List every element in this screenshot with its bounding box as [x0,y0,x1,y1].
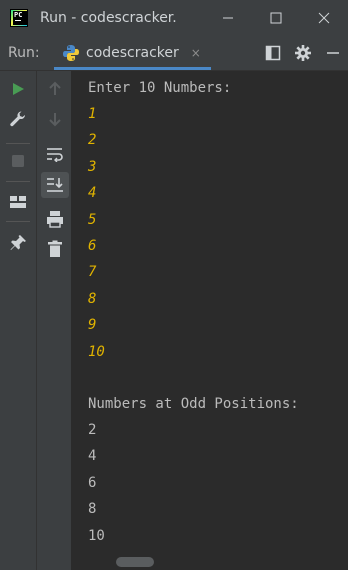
console-output-line: 2 [88,422,97,438]
close-icon [318,12,330,24]
console-input-line: 2 [88,132,97,149]
horizontal-scrollbar[interactable] [116,557,154,567]
window-title: Run - codescracker. [40,10,177,26]
console-actions-bar [37,71,71,570]
console-input-line: 1 [88,106,97,122]
minimize-button[interactable] [204,0,252,36]
settings-button[interactable] [288,36,318,70]
tab-label: codescracker [86,45,179,61]
scroll-to-end-icon [47,178,63,192]
tab-codescracker[interactable]: codescracker × [54,36,211,70]
logo-text: PC [14,11,23,19]
pycharm-logo-icon: PC [10,9,28,27]
console-result-header: Numbers at Odd Positions: [88,396,299,412]
console-output-line: 6 [88,474,97,491]
stop-icon [12,155,24,167]
restore-layout-button[interactable] [8,192,28,212]
edit-config-button[interactable] [8,109,28,129]
maximize-icon [270,12,282,24]
layout-button[interactable] [258,36,288,70]
console-input-line: 7 [88,264,97,281]
maximize-button[interactable] [252,0,300,36]
pin-tab-button[interactable] [8,233,28,253]
title-bar: PC Run - codescracker. [0,0,348,36]
console-output-line: 4 [88,448,97,465]
tab-close-icon[interactable]: × [191,46,201,60]
hide-button[interactable] [318,36,348,70]
console-input-line: 6 [88,238,97,254]
console-output-line: 8 [88,501,97,518]
console-output[interactable]: Enter 10 Numbers: 1 2 3 4 5 6 7 8 9 10 Numbers at… [72,71,348,570]
down-arrow-icon [49,113,61,127]
run-icon [13,83,24,95]
soft-wrap-button[interactable] [45,144,65,164]
gear-icon [295,45,311,61]
close-button[interactable] [300,0,348,36]
console-input-line: 8 [88,290,97,307]
console-input-line: 4 [88,185,97,202]
console-prompt: Enter 10 Numbers: [88,80,232,96]
next-occurrence-button[interactable] [45,109,65,129]
stop-button[interactable] [8,151,28,171]
up-arrow-icon [49,81,61,95]
print-button[interactable] [45,209,65,229]
console-output-line: 10 [88,527,105,544]
run-toolbar: Run: codescracker × [0,36,348,71]
previous-occurrence-button[interactable] [45,79,65,99]
run-label: Run: [8,45,40,61]
layout-icon [265,45,281,61]
trash-icon [48,240,62,257]
console-input-line: 9 [88,317,97,334]
wrench-icon [10,111,26,127]
run-actions-bar [0,71,37,570]
console-input-line: 10 [88,343,105,360]
rerun-button[interactable] [8,79,28,99]
minimize-icon [223,17,233,19]
soft-wrap-icon [47,148,63,162]
pin-icon [10,235,26,250]
clear-all-button[interactable] [45,239,65,259]
console-input-line: 5 [88,211,97,228]
console-input-line: 3 [88,158,97,175]
python-icon [63,45,79,61]
scroll-to-end-button[interactable] [41,172,69,198]
hide-icon [327,52,339,54]
print-icon [47,211,63,228]
layout-grid-icon [10,196,26,208]
